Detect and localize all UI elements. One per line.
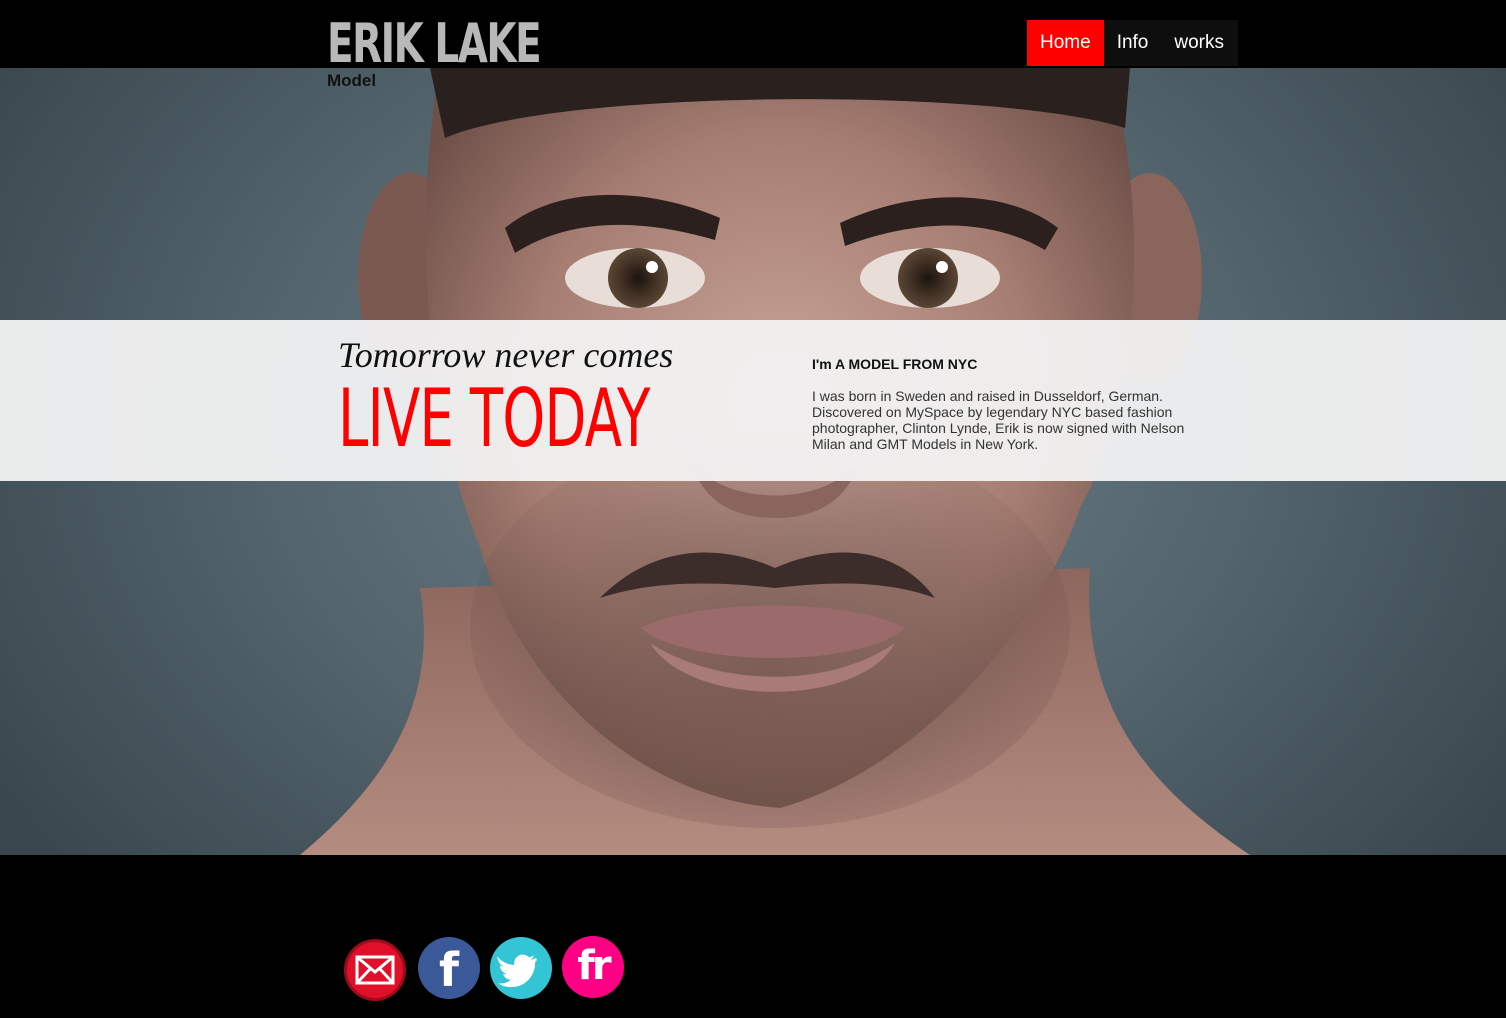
flickr-glyph: fr (577, 943, 611, 989)
main-nav: Home Info works (1027, 20, 1239, 66)
hero-tagline: Tomorrow never comes (338, 335, 674, 375)
intro-body: I was born in Sweden and raised in Dusse… (812, 388, 1185, 452)
nav-item-works[interactable]: works (1161, 20, 1238, 66)
email-button[interactable] (344, 939, 406, 1001)
brand-name[interactable]: ERIK LAKE (327, 17, 542, 71)
hero-headline: LIVE TODAY (338, 372, 650, 465)
facebook-button[interactable]: f (418, 937, 480, 999)
nav-item-home[interactable]: Home (1027, 20, 1104, 66)
top-bar (0, 0, 1506, 68)
nav-item-info[interactable]: Info (1104, 20, 1162, 66)
twitter-icon (490, 937, 552, 999)
facebook-glyph: f (438, 943, 459, 997)
brand-tagline: Model (327, 71, 377, 90)
intro-band: Tomorrow never comes LIVE TODAY I'm A MO… (0, 320, 1506, 481)
brand[interactable]: ERIK LAKE Model (327, 17, 623, 91)
mail-icon (344, 939, 406, 1001)
twitter-button[interactable] (490, 937, 552, 999)
flickr-button[interactable]: fr (562, 936, 624, 998)
footer (0, 855, 1506, 1018)
intro-title: I'm A MODEL FROM NYC (812, 356, 978, 372)
